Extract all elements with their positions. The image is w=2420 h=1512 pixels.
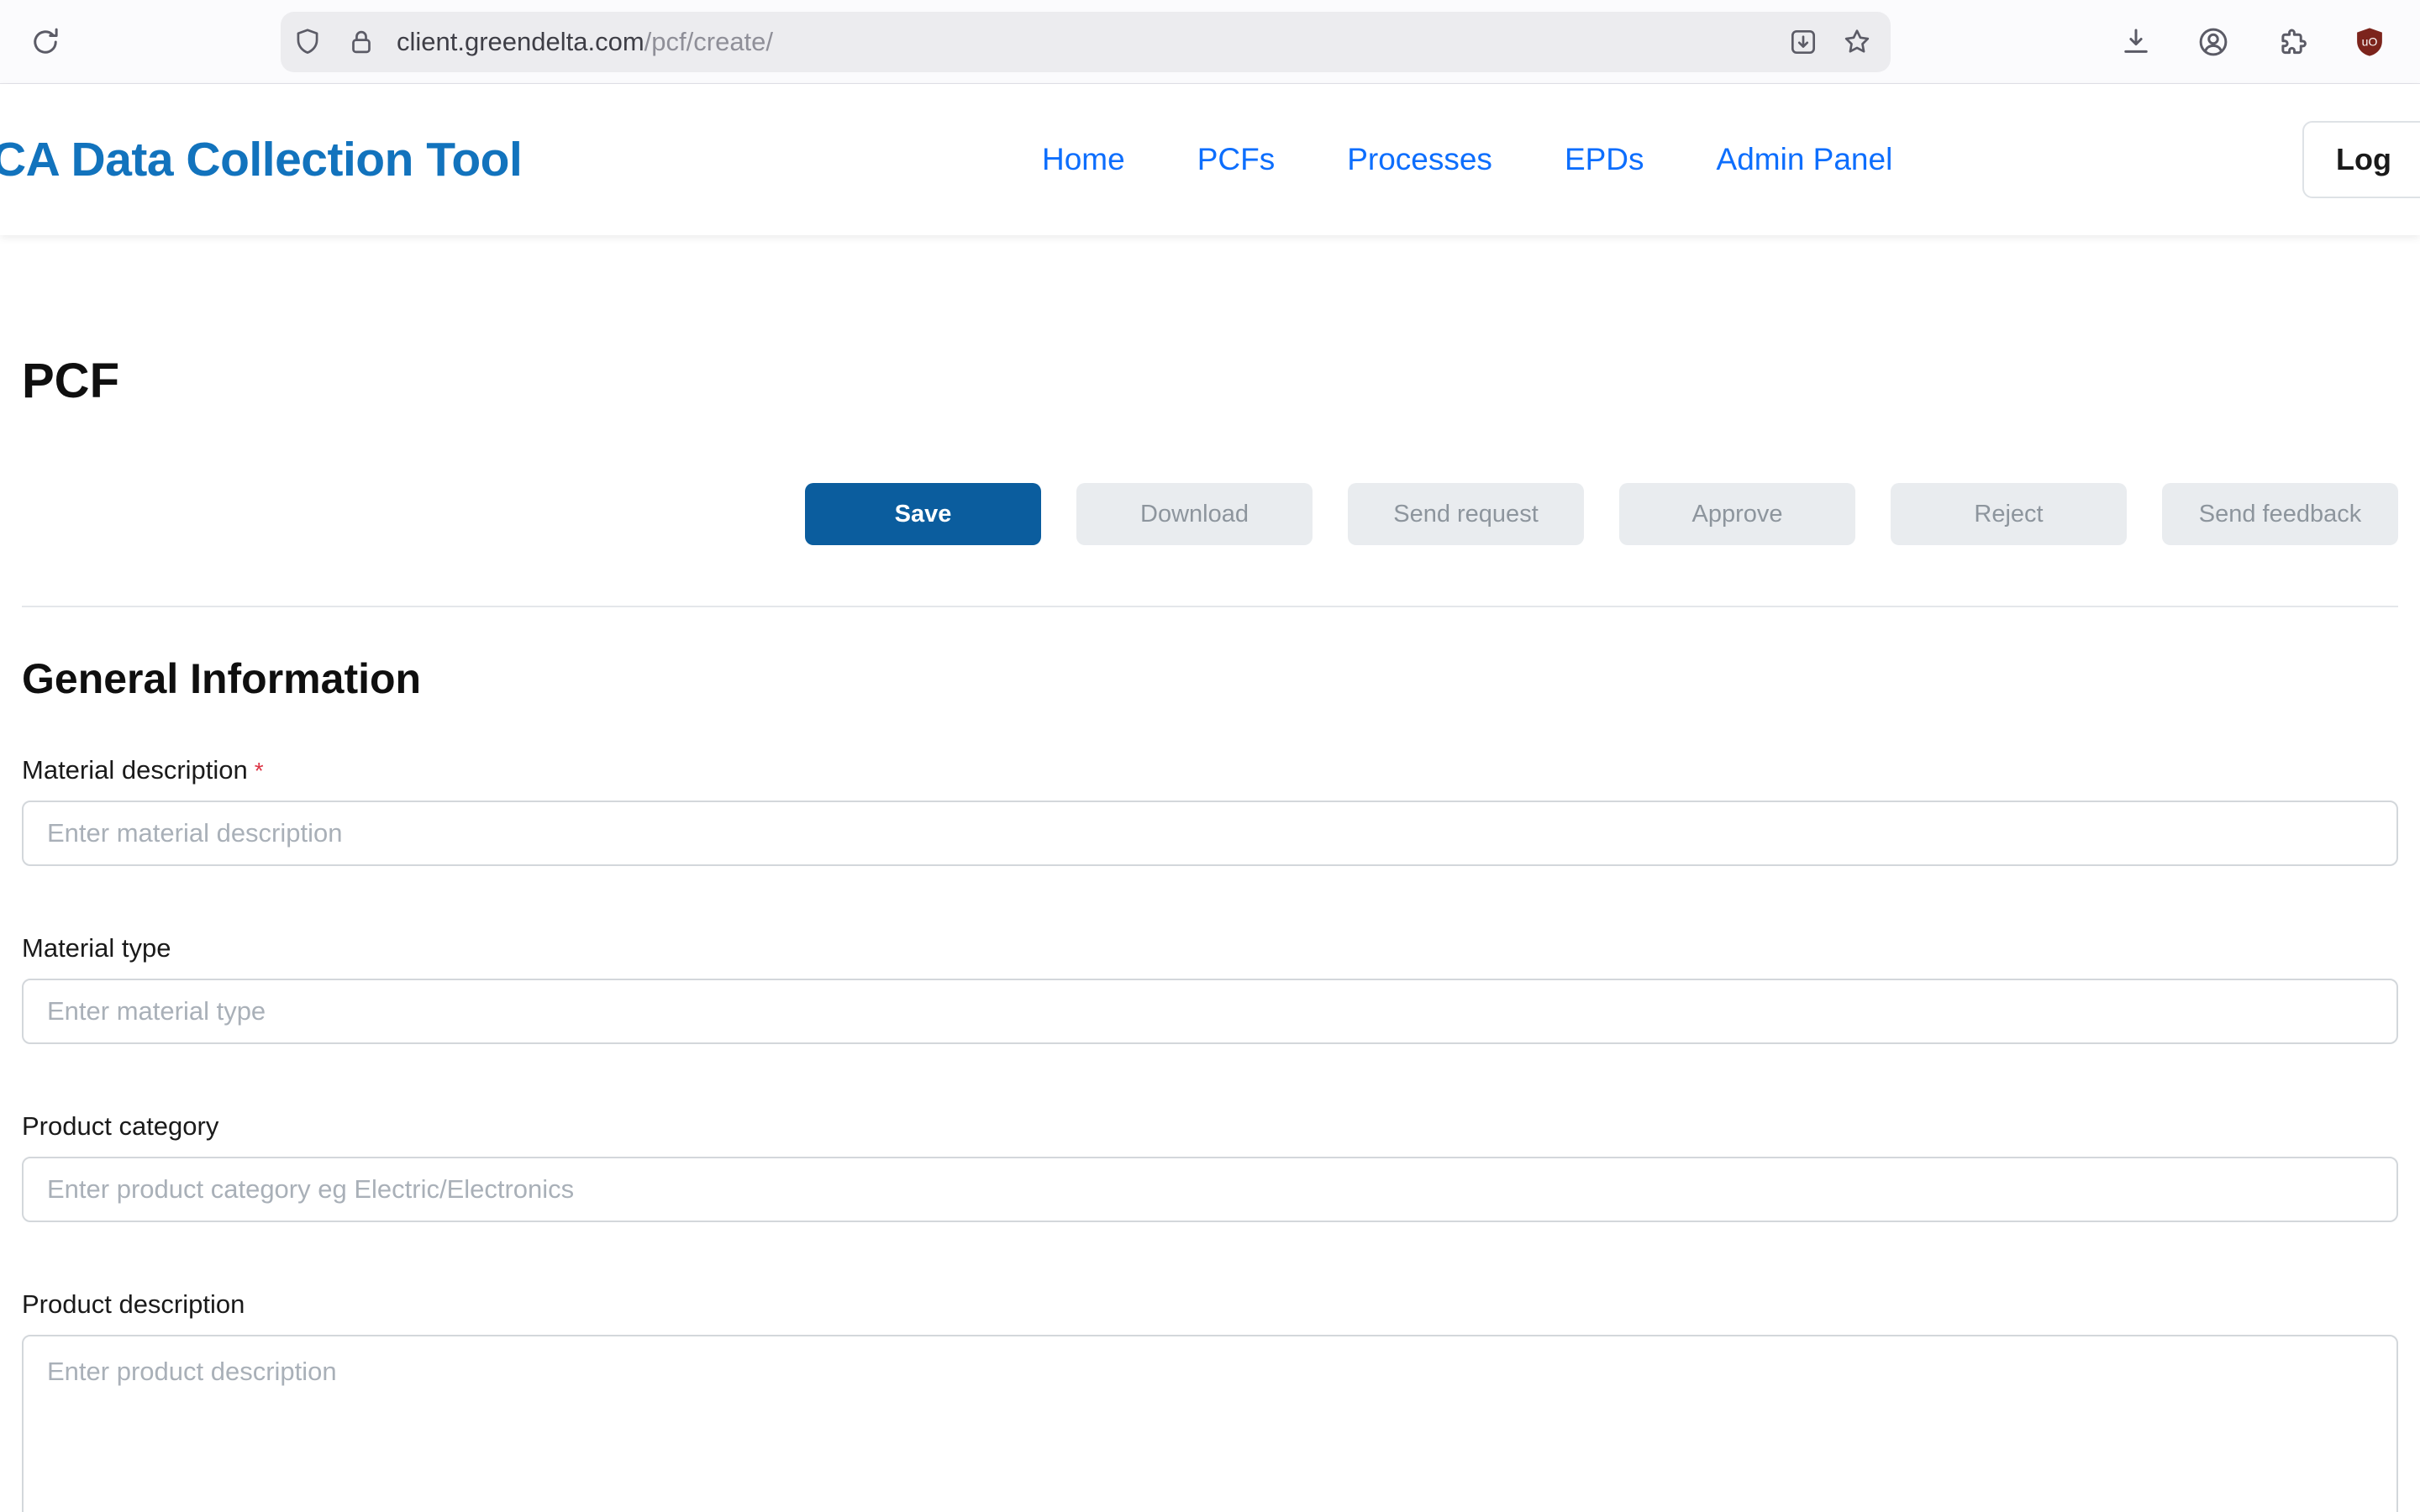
save-button[interactable]: Save [805, 483, 1041, 545]
downloads-button[interactable] [2109, 15, 2163, 69]
required-marker: * [255, 758, 264, 784]
page-title: PCF [22, 353, 2398, 409]
section-divider [22, 606, 2398, 607]
nav-epds[interactable]: EPDs [1565, 142, 1644, 177]
download-icon [2118, 24, 2154, 60]
product-category-label: Product category [22, 1111, 2398, 1142]
account-icon [2196, 24, 2231, 60]
url-domain: client.greendelta.com [397, 27, 644, 56]
save-page-button[interactable] [1776, 15, 1830, 69]
site-header: CA Data Collection Tool Home PCFs Proces… [0, 84, 2420, 235]
ublock-extension-button[interactable]: uO [2343, 15, 2396, 69]
send-request-button[interactable]: Send request [1348, 483, 1584, 545]
send-feedback-button[interactable]: Send feedback [2162, 483, 2398, 545]
field-material-description: Material description * [22, 755, 2398, 866]
material-description-label-text: Material description [22, 755, 248, 785]
tracking-protection-button[interactable] [281, 15, 334, 69]
nav-processes[interactable]: Processes [1347, 142, 1492, 177]
account-button[interactable] [2186, 15, 2240, 69]
extensions-button[interactable] [2267, 15, 2321, 69]
field-product-category: Product category [22, 1111, 2398, 1222]
ublock-shield-icon: uO [2352, 24, 2387, 60]
material-description-label: Material description * [22, 755, 2398, 785]
reject-button[interactable]: Reject [1891, 483, 2127, 545]
site-security-button[interactable] [334, 15, 388, 69]
field-product-description: Product description [22, 1289, 2398, 1512]
action-buttons: Save Download Send request Approve Rejec… [22, 483, 2398, 545]
reload-button[interactable] [18, 15, 72, 69]
browser-toolbar: client.greendelta.com/pcf/create/ [0, 0, 2420, 84]
nav-home[interactable]: Home [1042, 142, 1125, 177]
approve-button[interactable]: Approve [1619, 483, 1855, 545]
field-material-type: Material type [22, 933, 2398, 1044]
save-page-icon [1787, 26, 1819, 58]
star-icon [1841, 26, 1873, 58]
nav-pcfs[interactable]: PCFs [1197, 142, 1276, 177]
puzzle-icon [2276, 24, 2312, 60]
logout-button[interactable]: Log [2302, 121, 2420, 198]
url-bar[interactable]: client.greendelta.com/pcf/create/ [281, 12, 1891, 72]
svg-text:uO: uO [2362, 34, 2378, 48]
product-description-label: Product description [22, 1289, 2398, 1320]
bookmark-button[interactable] [1830, 15, 1884, 69]
app-title: CA Data Collection Tool [0, 132, 522, 187]
lock-icon [345, 26, 377, 58]
download-button[interactable]: Download [1076, 483, 1313, 545]
reload-icon [28, 24, 63, 60]
main-nav: Home PCFs Processes EPDs Admin Panel [1042, 142, 1892, 177]
url-text[interactable]: client.greendelta.com/pcf/create/ [397, 27, 1776, 57]
nav-admin-panel[interactable]: Admin Panel [1717, 142, 1893, 177]
shield-icon [292, 26, 324, 58]
product-description-textarea[interactable] [22, 1335, 2398, 1512]
section-title: General Information [22, 654, 2398, 703]
material-type-input[interactable] [22, 979, 2398, 1044]
material-description-input[interactable] [22, 801, 2398, 866]
main-content: PCF Save Download Send request Approve R… [0, 353, 2420, 1512]
product-category-input[interactable] [22, 1157, 2398, 1222]
material-type-label: Material type [22, 933, 2398, 963]
url-path: /pcf/create/ [644, 27, 773, 56]
